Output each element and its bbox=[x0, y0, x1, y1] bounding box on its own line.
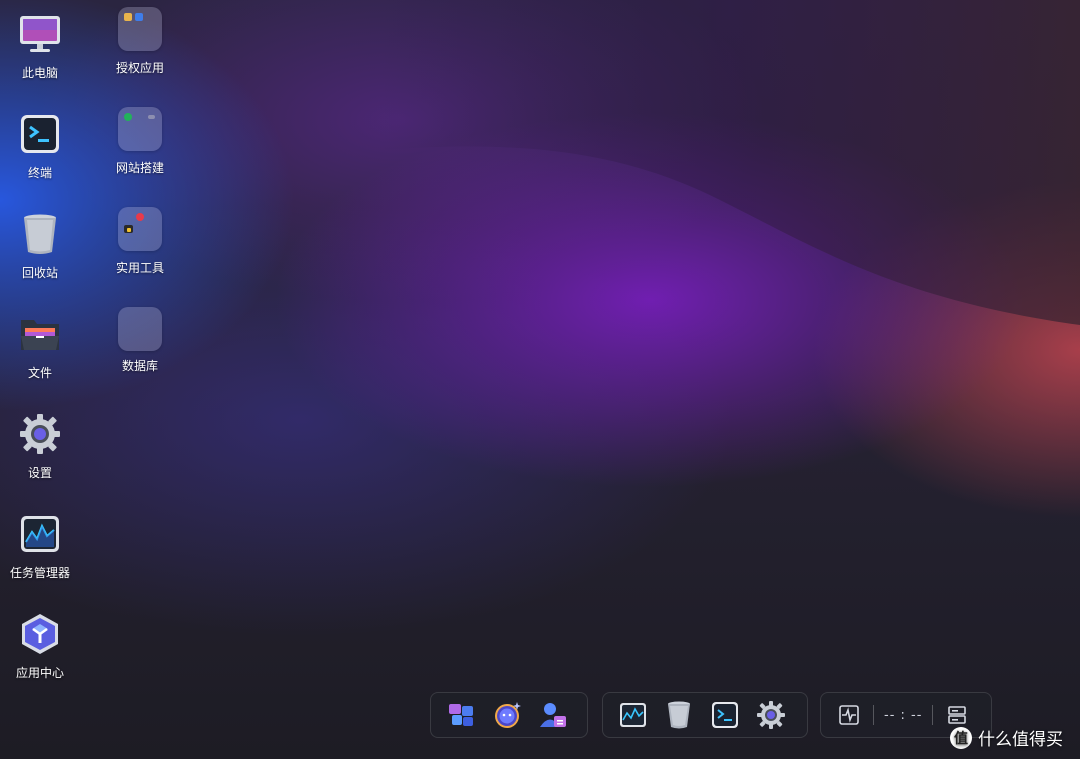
watermark: 值 什么值得买 bbox=[950, 725, 1063, 750]
desktop-icon-label: 终端 bbox=[27, 166, 52, 180]
desktop-icon-label: 此电脑 bbox=[21, 66, 58, 80]
pulse-icon bbox=[839, 705, 859, 725]
divider bbox=[932, 705, 934, 725]
desktop-icon-terminal[interactable]: 终端 bbox=[0, 112, 85, 202]
desktop-icon-label: 实用工具 bbox=[115, 261, 164, 275]
activity-monitor-icon bbox=[18, 512, 62, 556]
watermark-text: 什么值得买 bbox=[978, 730, 1063, 750]
dock-task-manager-button[interactable] bbox=[614, 696, 652, 734]
desktop-icon-label: 任务管理器 bbox=[9, 566, 70, 580]
user-icon bbox=[540, 703, 566, 727]
folder-group-icon bbox=[118, 7, 162, 51]
activity-monitor-icon bbox=[620, 703, 646, 727]
desktop-folder-website[interactable]: 网站搭建 bbox=[95, 107, 185, 197]
gear-icon bbox=[757, 701, 785, 729]
terminal-icon bbox=[712, 702, 738, 728]
trash-icon bbox=[18, 212, 62, 256]
folder-icon bbox=[18, 312, 62, 356]
dock-settings-button[interactable] bbox=[752, 696, 790, 734]
desktop-folder-authorized-apps[interactable]: 授权应用 bbox=[95, 7, 185, 97]
dock-assistant-button[interactable] bbox=[488, 696, 526, 734]
launcher-icon bbox=[449, 704, 473, 726]
desktop-icon-label: 应用中心 bbox=[15, 666, 64, 680]
gear-icon bbox=[18, 412, 62, 456]
desktop-icon-settings[interactable]: 设置 bbox=[0, 412, 85, 502]
desktop-icon-label: 网站搭建 bbox=[115, 161, 164, 175]
watermark-badge: 值 bbox=[950, 726, 972, 749]
dock-terminal-button[interactable] bbox=[706, 696, 744, 734]
folder-group-icon bbox=[118, 307, 162, 351]
monitor-widget-button[interactable] bbox=[835, 696, 863, 734]
divider bbox=[873, 705, 874, 725]
desktop-icon-files[interactable]: 文件 bbox=[0, 312, 85, 402]
desktop-icon-this-pc[interactable]: 此电脑 bbox=[0, 12, 85, 102]
dock-apps bbox=[430, 692, 588, 738]
desktop-icon-trash[interactable]: 回收站 bbox=[0, 212, 85, 302]
dock-trash-button[interactable] bbox=[660, 696, 698, 734]
assistant-icon bbox=[495, 702, 521, 728]
terminal-icon bbox=[18, 112, 62, 156]
desktop-folder-database[interactable]: 数据库 bbox=[95, 307, 185, 397]
dock-launcher-button[interactable] bbox=[442, 696, 480, 734]
dock-system bbox=[602, 692, 808, 738]
desktop-icon-label: 授权应用 bbox=[115, 61, 164, 75]
desktop-icon-label: 回收站 bbox=[21, 266, 58, 280]
server-icon bbox=[948, 706, 967, 724]
desktop-folder-utilities[interactable]: 实用工具 bbox=[95, 207, 185, 297]
app-center-icon bbox=[18, 612, 62, 656]
desktop-icon-task-manager[interactable]: 任务管理器 bbox=[0, 512, 85, 602]
folder-group-icon bbox=[118, 107, 162, 151]
desktop-icon-label: 文件 bbox=[27, 366, 52, 380]
desktop-icon-app-center[interactable]: 应用中心 bbox=[0, 612, 85, 702]
desktop-icon-label: 数据库 bbox=[121, 359, 158, 373]
clock[interactable]: -- : -- bbox=[880, 708, 926, 723]
folder-group-icon bbox=[118, 207, 162, 251]
dock-user-button[interactable] bbox=[534, 696, 572, 734]
trash-icon bbox=[668, 701, 690, 729]
desktop-icon-label: 设置 bbox=[27, 466, 52, 480]
monitor-icon bbox=[18, 12, 62, 56]
